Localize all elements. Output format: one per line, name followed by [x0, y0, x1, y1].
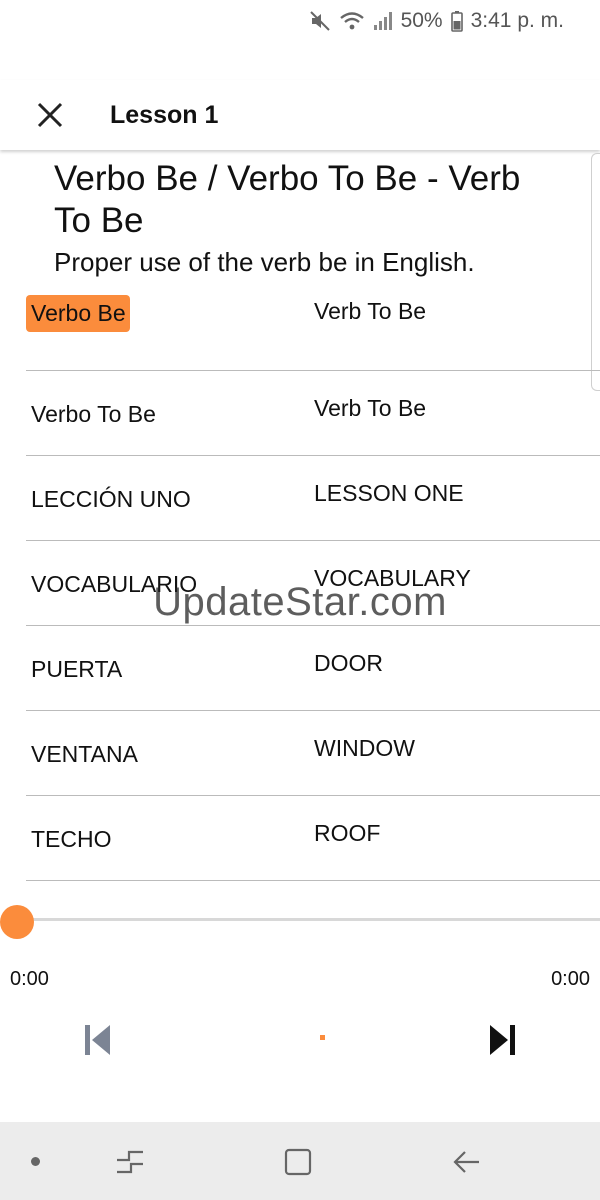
back-icon	[453, 1151, 479, 1173]
mute-icon	[309, 10, 331, 32]
vocab-row[interactable]: Verbo To Be Verb To Be	[26, 371, 600, 456]
home-button[interactable]	[280, 1144, 316, 1180]
vocab-spanish: VENTANA	[31, 741, 138, 767]
lesson-subtitle: Proper use of the verb be in English.	[54, 247, 475, 277]
seek-bar[interactable]	[17, 918, 600, 921]
recent-apps-button[interactable]	[112, 1144, 148, 1180]
home-icon	[284, 1148, 312, 1176]
vocab-english: DOOR	[314, 650, 383, 676]
system-nav-bar	[0, 1122, 600, 1200]
app-bar: Lesson 1	[0, 80, 600, 150]
vocab-spanish: Verbo To Be	[31, 401, 156, 427]
battery-percent: 50%	[400, 9, 443, 32]
battery-icon	[450, 10, 463, 32]
watermark: UpdateStar.com	[153, 580, 447, 624]
signal-icon	[373, 10, 393, 32]
status-bar: 50% 3:41 p. m.	[0, 0, 600, 42]
vocab-spanish: PUERTA	[31, 656, 123, 682]
next-button[interactable]	[482, 1020, 522, 1060]
vocab-english: WINDOW	[314, 735, 415, 761]
lesson-title: Verbo Be / Verbo To Be - Verb To Be	[54, 159, 521, 240]
vocab-english: ROOF	[314, 820, 381, 846]
skip-previous-icon	[85, 1025, 110, 1055]
vocab-row[interactable]: Verbo Be Verb To Be	[26, 286, 600, 371]
lesson-content: Verbo Be / Verbo To Be - Verb To Be Prop…	[0, 152, 600, 881]
vocab-row[interactable]: TECHO ROOF	[26, 796, 600, 881]
vocab-english: Verb To Be	[314, 298, 427, 324]
vocab-row[interactable]: LECCIÓN UNO LESSON ONE	[26, 456, 600, 541]
elapsed-time: 0:00	[10, 968, 49, 990]
vocab-english: LESSON ONE	[314, 480, 464, 506]
vocab-spanish: LECCIÓN UNO	[31, 486, 191, 512]
vocab-row[interactable]: VENTANA WINDOW	[26, 711, 600, 796]
nav-indicator-dot	[31, 1157, 40, 1166]
seek-thumb[interactable]	[0, 905, 34, 939]
total-time: 0:00	[551, 968, 590, 990]
recent-apps-icon	[117, 1150, 143, 1174]
wifi-icon	[339, 10, 365, 32]
close-button[interactable]	[30, 95, 70, 135]
clock: 3:41 p. m.	[470, 9, 564, 32]
previous-button[interactable]	[78, 1020, 118, 1060]
vocab-spanish-highlighted[interactable]: Verbo Be	[26, 295, 130, 332]
page-title: Lesson 1	[110, 100, 219, 129]
close-icon	[37, 102, 63, 128]
vocab-row[interactable]: PUERTA DOOR	[26, 626, 600, 711]
skip-next-icon	[490, 1025, 515, 1055]
back-button[interactable]	[448, 1144, 484, 1180]
vocab-spanish: TECHO	[31, 826, 112, 852]
vocab-english: Verb To Be	[314, 395, 427, 421]
play-button[interactable]	[320, 1035, 325, 1040]
